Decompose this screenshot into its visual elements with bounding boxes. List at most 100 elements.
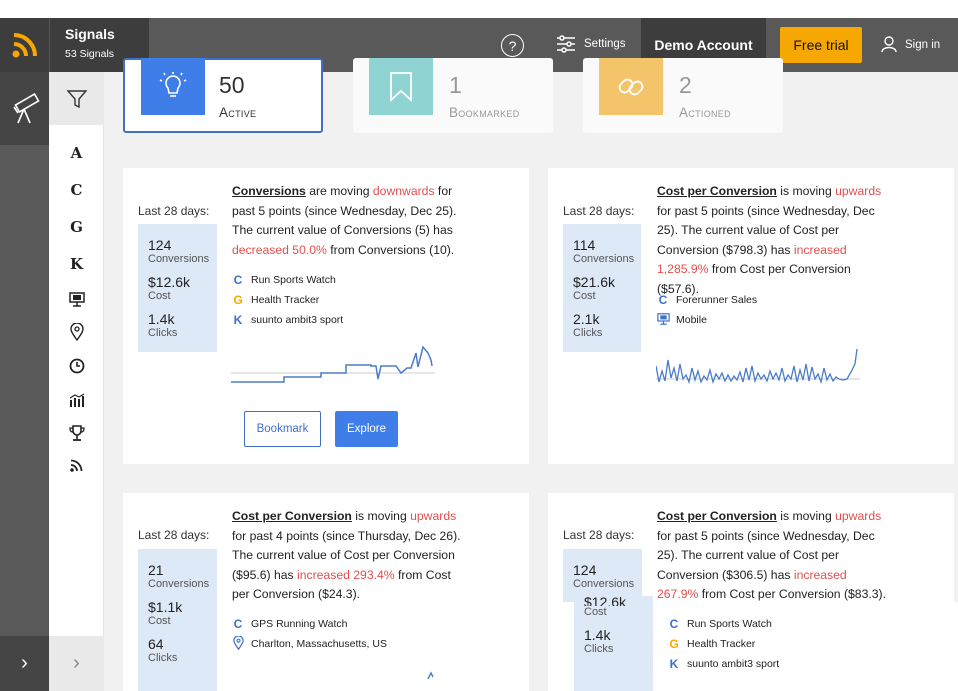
trophy-icon: [68, 424, 85, 441]
location-pin-icon: [232, 634, 244, 653]
signal-card: Last 28 days: 124 Conversions $12.6k Cos…: [123, 168, 529, 464]
metrics-panel: 124 Conversions $12.6k Cost 1.4k Clicks: [138, 224, 217, 352]
campaign-c-icon: C: [233, 273, 243, 287]
tag-group[interactable]: G Health Tracker: [232, 290, 343, 310]
user-icon: [881, 36, 897, 53]
metric-link[interactable]: Conversions: [232, 184, 306, 198]
tag-campaign[interactable]: C GPS Running Watch: [232, 614, 387, 634]
lightbulb-icon: [141, 58, 205, 115]
sidebar-item-c[interactable]: C: [49, 179, 104, 201]
metric-label: Conversions: [573, 578, 635, 590]
metric-value: 64: [148, 636, 164, 652]
period-label: Last 28 days:: [563, 528, 635, 542]
metric-value: 124: [148, 237, 172, 253]
tag-campaign[interactable]: C Run Sports Watch: [668, 614, 779, 634]
metric-label: Clicks: [584, 643, 614, 655]
direction-text: upwards: [835, 509, 882, 523]
sidebar-item-feeds[interactable]: [49, 454, 104, 476]
metrics-panel: 21 Conversions $1.1k Cost 64 Clicks: [138, 549, 217, 691]
expand-filter-button[interactable]: ›: [49, 636, 104, 691]
stat-active[interactable]: 50 Active: [123, 58, 323, 133]
metric-value: 114: [573, 237, 596, 253]
dimension-tags: C Forerunner Sales Mobile: [657, 290, 757, 330]
clock-icon: [69, 358, 84, 374]
sparkline-chart: [427, 671, 434, 679]
dimension-tags: C Run Sports Watch G Health Tracker Ksuunt…: [232, 270, 343, 330]
stat-actioned[interactable]: 2 Actioned: [583, 58, 783, 133]
sidebar-item-time[interactable]: [49, 355, 104, 377]
metric-value: 124: [573, 562, 597, 578]
monitor-icon: [68, 291, 85, 307]
metric-label: Clicks: [148, 652, 178, 664]
tag-group[interactable]: G Health Tracker: [668, 634, 779, 654]
settings-button[interactable]: Settings: [556, 35, 626, 53]
metric-label: Conversions: [148, 578, 210, 590]
overlay-panel: $12.6k Cost 1.4k Clicks C Run Sports Watc…: [560, 596, 958, 691]
filter-sidebar: A C G K ›: [49, 72, 104, 691]
direction-text: downwards: [372, 184, 435, 198]
sidebar-item-a[interactable]: A: [49, 142, 104, 164]
stat-bookmarked[interactable]: 1 Bookmarked: [353, 58, 553, 133]
direction-text: upwards: [835, 184, 882, 198]
metrics-panel: $12.6k Cost 1.4k Clicks: [574, 596, 653, 691]
bookmark-button[interactable]: Bookmark: [244, 411, 321, 447]
sidebar-item-g[interactable]: G: [49, 216, 104, 238]
metric-label: Cost: [573, 290, 596, 302]
campaign-c-icon: C: [658, 293, 668, 307]
signal-card: Last 28 days: 114 Conversions $21.6k Cos…: [548, 168, 954, 464]
expand-sidebar-button[interactable]: ›: [0, 636, 49, 691]
signal-card: Last 28 days: 21 Conversions $1.1k Cost …: [123, 493, 529, 691]
stat-bookmarked-value: 1: [449, 72, 462, 98]
sidebar-item-k[interactable]: K: [49, 253, 104, 275]
sparkline-chart: [656, 348, 860, 385]
tag-campaign[interactable]: C Run Sports Watch: [232, 270, 343, 290]
adgroup-g-icon: G: [233, 293, 243, 307]
bookmark-icon: [369, 58, 433, 115]
adgroup-g-icon: G: [669, 637, 679, 651]
explore-nav[interactable]: [0, 72, 49, 145]
tag-keyword[interactable]: Ksuunto ambit3 sport: [668, 654, 780, 674]
sidebar-item-trends[interactable]: [49, 389, 104, 411]
metric-value: $12.6k: [584, 596, 627, 606]
free-trial-button[interactable]: Free trial: [780, 27, 862, 63]
metric-label: Conversions: [148, 253, 210, 265]
metric-value: 1.4k: [584, 627, 611, 643]
change-text: increased 293.4%: [297, 567, 395, 582]
period-label: Last 28 days:: [563, 204, 635, 218]
signal-description: Conversions are moving downwards for pas…: [232, 184, 457, 257]
tag-keyword[interactable]: Ksuunto ambit3 sport: [232, 310, 344, 330]
metric-link[interactable]: Cost per Conversion: [657, 509, 777, 523]
sidebar-item-goals[interactable]: [49, 422, 104, 444]
metric-link[interactable]: Cost per Conversion: [232, 509, 352, 523]
period-label: Last 28 days:: [138, 204, 210, 218]
stat-active-label: Active: [219, 105, 257, 120]
metric-link[interactable]: Cost per Conversion: [657, 184, 777, 198]
period-label: Last 28 days:: [138, 528, 210, 542]
location-pin-icon: [69, 323, 84, 341]
direction-text: upwards: [410, 509, 457, 523]
settings-label: Settings: [584, 38, 626, 50]
telescope-icon: [12, 92, 40, 123]
sidebar-item-location[interactable]: [49, 321, 104, 343]
tag-campaign[interactable]: C Forerunner Sales: [657, 290, 757, 310]
sparkline-chart: [231, 345, 435, 383]
sidebar-item-device[interactable]: [49, 288, 104, 310]
filter-icon: [66, 89, 87, 108]
signals-title: Signals: [65, 26, 115, 42]
filter-button[interactable]: [49, 72, 104, 125]
top-strip: [0, 0, 958, 18]
rss-logo-icon: [12, 33, 37, 58]
sign-in-label: Sign in: [905, 38, 941, 51]
app-logo[interactable]: [0, 18, 49, 72]
metrics-panel: 114 Conversions $21.6k Cost 2.1k Clicks: [563, 224, 641, 352]
metric-value: 1.4k: [148, 311, 175, 327]
explore-button[interactable]: Explore: [335, 411, 398, 447]
dimension-tags: C Run Sports Watch G Health Tracker Ksuunt…: [668, 614, 779, 674]
help-icon[interactable]: ?: [501, 34, 524, 57]
tag-device[interactable]: Mobile: [657, 310, 757, 330]
sign-in-button[interactable]: Sign in: [881, 36, 940, 53]
tag-location[interactable]: Charlton, Massachusetts, US: [232, 634, 387, 654]
campaign-c-icon: C: [233, 617, 243, 631]
monitor-icon: [657, 312, 670, 328]
keyword-k-icon: K: [233, 313, 243, 327]
